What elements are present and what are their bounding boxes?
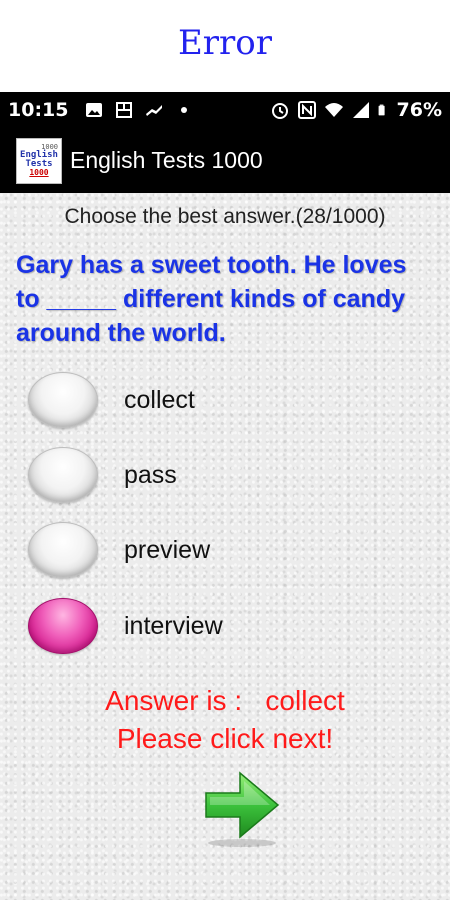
app-bar: 1000 English Tests 1000 English Tests 10… [0, 128, 450, 193]
quiz-content: Choose the best answer.(28/1000) Gary ha… [0, 193, 450, 900]
dot-icon [181, 107, 188, 113]
option-label[interactable]: pass [124, 461, 177, 490]
next-arrow-icon[interactable] [200, 765, 284, 849]
status-system-icons: 76% [270, 99, 442, 121]
gallery-icon [86, 103, 103, 117]
status-notification-icons [84, 100, 194, 120]
status-bar: 10:15 76% [0, 92, 450, 128]
app-logo: 1000 English Tests 1000 [16, 137, 62, 184]
radio-button[interactable] [28, 372, 98, 428]
error-banner-text: Error [177, 23, 273, 63]
option-label[interactable]: preview [124, 536, 210, 565]
answer-text: Answer is : collect [105, 685, 345, 716]
option-pass[interactable]: pass [28, 442, 408, 508]
next-button[interactable] [200, 765, 284, 849]
wifi-icon [324, 103, 343, 117]
recent-icon [116, 102, 133, 118]
answer-feedback: Answer is : collect Please click next! [0, 682, 450, 758]
logo-line-4: 1000 [29, 168, 49, 177]
battery-percentage: 76% [396, 99, 442, 121]
instruction-text: Choose the best answer.(28/1000) [64, 205, 386, 228]
question-text: Gary has a sweet tooth. He loves to ____… [16, 251, 407, 347]
option-interview[interactable]: interview [28, 593, 408, 659]
error-banner: Error [0, 0, 450, 92]
option-label[interactable]: interview [124, 612, 223, 641]
radio-button[interactable] [28, 447, 98, 503]
radio-button[interactable] [28, 522, 98, 578]
app-title: English Tests 1000 [70, 147, 263, 173]
nfc-icon [297, 101, 316, 119]
fitness-icon [146, 105, 163, 116]
option-label[interactable]: collect [124, 386, 195, 415]
option-collect[interactable]: collect [28, 367, 408, 433]
signal-icon [352, 102, 369, 118]
alarm-icon [271, 103, 288, 119]
status-time: 10:15 [8, 99, 69, 121]
battery-icon [378, 104, 385, 116]
radio-button-selected[interactable] [28, 598, 98, 654]
option-preview[interactable]: preview [28, 517, 408, 583]
next-prompt-text: Please click next! [116, 723, 334, 754]
